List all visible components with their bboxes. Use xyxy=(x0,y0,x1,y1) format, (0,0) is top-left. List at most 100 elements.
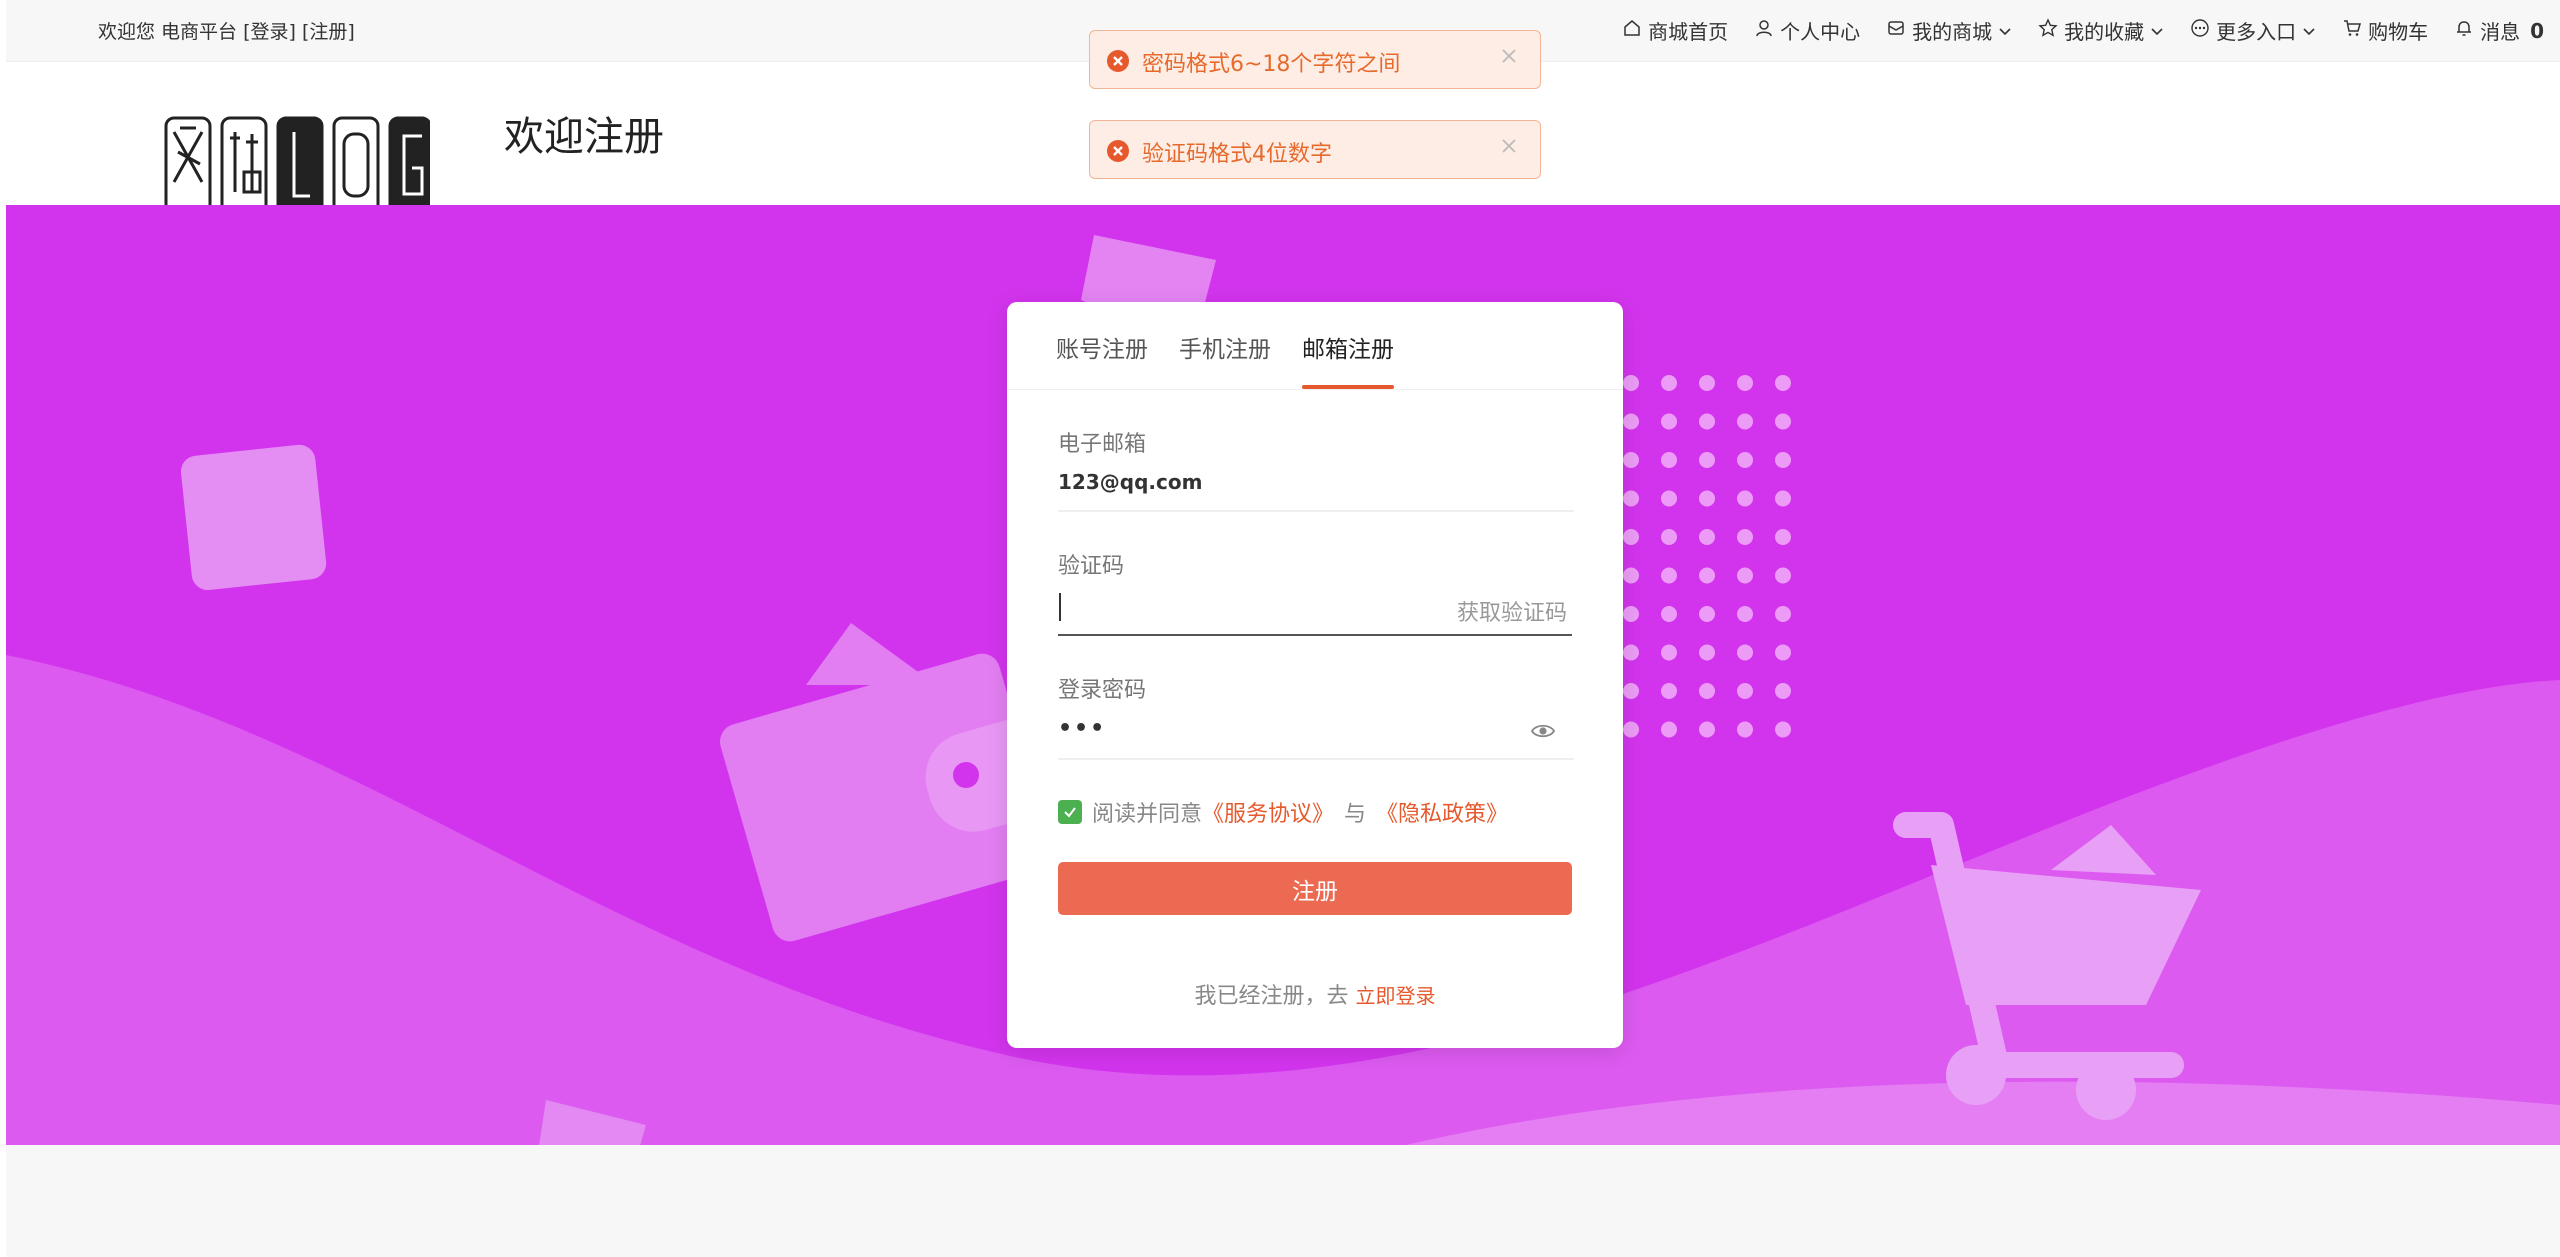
service-agreement-link[interactable]: 《服务协议》 xyxy=(1202,796,1334,828)
decor-dot xyxy=(1775,644,1791,661)
decor-dot xyxy=(1661,606,1677,622)
decor-dot xyxy=(1661,721,1677,738)
close-icon[interactable] xyxy=(1498,135,1520,157)
decor-dot xyxy=(1623,683,1639,699)
register-tabs: 账号注册 手机注册 邮箱注册 xyxy=(1007,302,1623,390)
nav-my-mall[interactable]: 我的商城 xyxy=(1886,16,2012,45)
decor-dot xyxy=(1699,452,1715,468)
eye-icon[interactable] xyxy=(1530,718,1556,744)
decor-dot xyxy=(1699,606,1715,622)
login-link[interactable]: [登录] xyxy=(243,21,296,43)
nav-label: 个人中心 xyxy=(1780,20,1861,44)
decor-dot xyxy=(1737,529,1753,545)
decor-dot xyxy=(1661,452,1677,468)
tab-email-register[interactable]: 邮箱注册 xyxy=(1302,330,1394,364)
check-icon xyxy=(1064,807,1076,818)
error-toast: 验证码格式4位数字 xyxy=(1089,120,1541,179)
code-underline xyxy=(1058,634,1572,636)
nav-user-center[interactable]: 个人中心 xyxy=(1754,16,1860,45)
page-title: 欢迎注册 xyxy=(504,114,664,160)
decor-dot xyxy=(1661,644,1677,661)
decor-dot xyxy=(1775,452,1791,468)
decor-dot xyxy=(1623,452,1639,468)
more-icon xyxy=(2190,18,2210,43)
decor-dot xyxy=(1737,683,1753,699)
decor-dot xyxy=(1699,375,1715,391)
nav-messages[interactable]: 消息 0 xyxy=(2454,16,2544,45)
agree-checkbox[interactable] xyxy=(1058,800,1082,824)
decor-dot xyxy=(1699,683,1715,699)
decor-dot xyxy=(1737,606,1753,622)
error-circle-icon xyxy=(1107,50,1129,72)
privacy-policy-link[interactable]: 《隐私政策》 xyxy=(1376,796,1508,828)
user-icon xyxy=(1754,18,1774,43)
chevron-down-icon xyxy=(2150,19,2164,43)
login-hint: 我已经注册，去 立即登录 xyxy=(1007,978,1623,1010)
decor-dot xyxy=(1623,567,1639,584)
decor-dot xyxy=(1623,644,1639,661)
agreement-row: 阅读并同意 《服务协议》 与 《隐私政策》 xyxy=(1058,796,1508,828)
email-label: 电子邮箱 xyxy=(1058,432,1147,457)
mall-icon xyxy=(1886,18,1906,43)
login-hint-text: 我已经注册，去 xyxy=(1194,984,1349,1009)
password-underline xyxy=(1058,758,1574,760)
nav-more-entries[interactable]: 更多入口 xyxy=(2190,16,2316,45)
cart-icon xyxy=(2342,18,2362,43)
decor-dot xyxy=(1699,413,1715,430)
decor-dot xyxy=(1775,529,1791,545)
decor-dot xyxy=(1661,683,1677,699)
chevron-down-icon xyxy=(2302,19,2316,43)
nav-my-favorites[interactable]: 我的收藏 xyxy=(2038,16,2164,45)
nav-label: 我的收藏 xyxy=(2064,20,2145,44)
register-card: 账号注册 手机注册 邮箱注册 电子邮箱 123@qq.com 验证码 获取验证码… xyxy=(1007,302,1623,1048)
nav-label: 购物车 xyxy=(2368,20,2429,44)
password-label: 登录密码 xyxy=(1058,678,1147,703)
decor-dot xyxy=(1699,567,1715,584)
message-count-badge: 0 xyxy=(2530,18,2544,43)
nav-cart[interactable]: 购物车 xyxy=(2342,16,2428,45)
tab-account-register[interactable]: 账号注册 xyxy=(1056,330,1148,364)
decor-dot xyxy=(1737,452,1753,468)
nav-label: 更多入口 xyxy=(2216,20,2297,44)
decor-dot xyxy=(1623,606,1639,622)
password-field[interactable]: ••• xyxy=(1058,716,1106,741)
decor-dot xyxy=(1775,683,1791,699)
register-link[interactable]: [注册] xyxy=(302,21,355,43)
agree-prefix: 阅读并同意 xyxy=(1092,802,1203,827)
active-tab-indicator xyxy=(1302,385,1394,389)
error-toast: 密码格式6~18个字符之间 xyxy=(1089,30,1541,89)
nav-label: 我的商城 xyxy=(1912,20,1993,44)
login-now-link[interactable]: 立即登录 xyxy=(1356,984,1436,1008)
tab-phone-register[interactable]: 手机注册 xyxy=(1179,330,1271,364)
site-logo[interactable] xyxy=(160,112,430,205)
decor-dot xyxy=(1661,413,1677,430)
register-button[interactable]: 注册 xyxy=(1058,862,1572,915)
email-underline xyxy=(1058,510,1574,512)
home-icon xyxy=(1622,18,1642,43)
decor-dot xyxy=(1623,375,1639,391)
verification-code-input[interactable] xyxy=(1065,592,1365,622)
nav-mall-home[interactable]: 商城首页 xyxy=(1622,16,1728,45)
page-footer-area xyxy=(6,1145,2560,1257)
code-label: 验证码 xyxy=(1058,554,1125,579)
text-cursor xyxy=(1059,593,1061,621)
decor-dot xyxy=(1699,721,1715,738)
decor-dot xyxy=(1737,567,1753,584)
decor-dot xyxy=(1623,490,1639,507)
decor-dot xyxy=(1775,490,1791,507)
chevron-down-icon xyxy=(1998,19,2012,43)
close-icon[interactable] xyxy=(1498,45,1520,67)
decor-dot xyxy=(1737,644,1753,661)
decor-dot xyxy=(1623,413,1639,430)
get-code-button[interactable]: 获取验证码 xyxy=(1457,595,1567,627)
decor-dot xyxy=(1661,375,1677,391)
top-nav: 商城首页 个人中心 我的商城 我的收藏 更多入口 购物车 消息 0 xyxy=(1622,0,2544,61)
decor-dot xyxy=(1699,644,1715,661)
decor-dot xyxy=(1775,375,1791,391)
decor-dot xyxy=(1661,567,1677,584)
welcome-text: 欢迎您 电商平台 [登录] [注册] xyxy=(98,17,355,44)
email-field[interactable]: 123@qq.com xyxy=(1058,470,1202,494)
nav-label: 商城首页 xyxy=(1648,20,1729,44)
decor-dot xyxy=(1775,413,1791,430)
nav-label: 消息 xyxy=(2480,20,2521,44)
